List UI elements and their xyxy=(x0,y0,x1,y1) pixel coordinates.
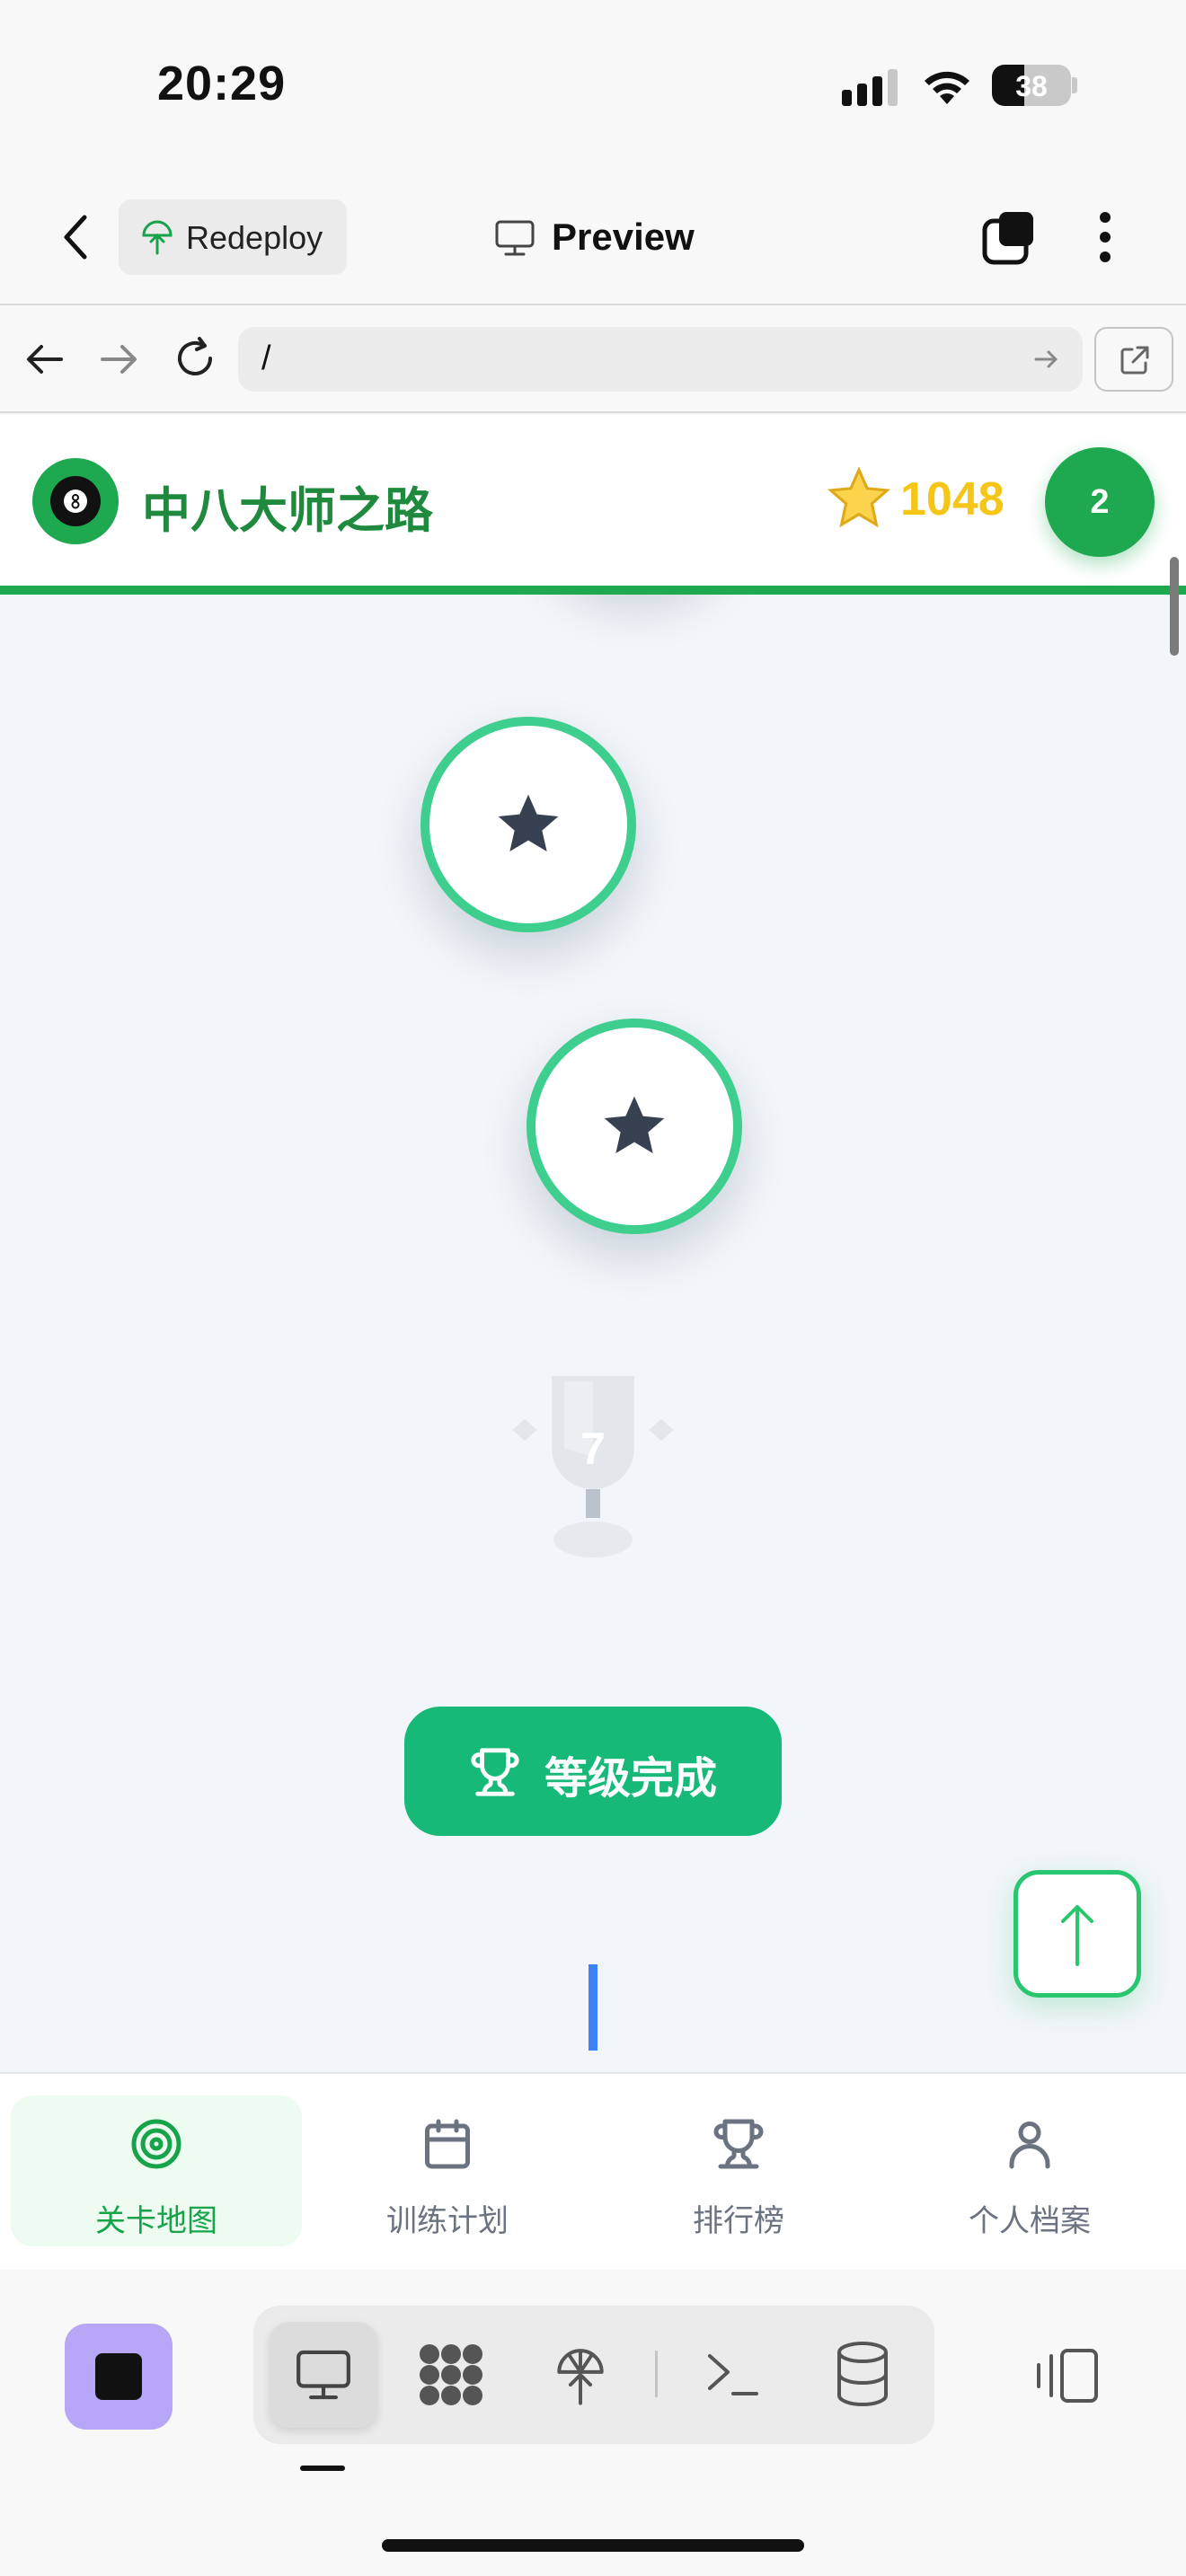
preview-tool-button[interactable] xyxy=(270,2322,377,2428)
database-icon[interactable] xyxy=(834,2340,891,2408)
star-icon xyxy=(827,467,891,528)
user-icon xyxy=(1009,2122,1050,2169)
scroll-to-top-button[interactable] xyxy=(1013,1870,1141,1998)
star-icon xyxy=(604,1096,665,1153)
browser-forward-icon[interactable] xyxy=(99,343,138,375)
level-badge-number: 2 xyxy=(1090,483,1110,521)
monitor-icon xyxy=(296,2350,350,2400)
calendar-icon xyxy=(425,2119,470,2169)
url-field[interactable]: / xyxy=(238,327,1083,392)
score-value: 1048 xyxy=(900,473,1005,525)
battery-icon: 38 xyxy=(992,65,1071,106)
preview-title: Preview xyxy=(552,216,695,258)
deploy-icon xyxy=(142,220,173,255)
web-viewport: 7 等级完成 中八大师之路 1048 2 xyxy=(0,415,1186,2072)
tab-leaderboard[interactable]: 排行榜 xyxy=(593,2095,884,2246)
tab-training-plan[interactable]: 训练计划 xyxy=(302,2095,593,2246)
text-cursor xyxy=(589,1964,597,2051)
battery-level: 38 xyxy=(1015,70,1048,102)
trophy-level-number: 7 xyxy=(580,1424,606,1474)
stop-square-icon xyxy=(95,2353,142,2400)
site-title: 中八大师之路 xyxy=(142,482,433,539)
target-icon xyxy=(131,2119,181,2169)
locked-trophy-level[interactable]: 7 xyxy=(485,1349,701,1583)
wifi-icon xyxy=(925,71,969,104)
external-link-icon xyxy=(1120,346,1149,375)
tabs-switch-icon[interactable] xyxy=(981,208,1039,266)
deploy-icon[interactable] xyxy=(553,2342,607,2408)
arrow-up-icon xyxy=(1061,1905,1093,1966)
reload-icon[interactable] xyxy=(173,336,217,381)
tab-label: 关卡地图 xyxy=(95,2203,217,2239)
stop-button[interactable] xyxy=(65,2324,173,2430)
redeploy-button[interactable]: Redeploy xyxy=(119,199,347,275)
star-icon xyxy=(498,794,559,851)
browser-back-icon[interactable] xyxy=(25,343,65,375)
tab-label: 个人档案 xyxy=(969,2203,1091,2239)
battery-cap xyxy=(1072,77,1077,93)
apps-grid-icon[interactable] xyxy=(417,2342,485,2408)
url-text: / xyxy=(261,340,271,377)
browser-toolbar: / xyxy=(0,305,1186,413)
bottom-tab-bar: 关卡地图 训练计划 排行榜 个人档案 xyxy=(0,2072,1186,2270)
level-node[interactable] xyxy=(420,717,636,932)
level-badge[interactable]: 2 xyxy=(1045,447,1155,557)
toolbar-divider xyxy=(655,2351,658,2397)
site-header: 中八大师之路 1048 2 xyxy=(0,415,1186,595)
back-chevron-icon[interactable] xyxy=(59,212,92,262)
trophy-icon xyxy=(713,2119,764,2169)
monitor-icon xyxy=(495,220,535,256)
level-complete-button[interactable]: 等级完成 xyxy=(404,1707,782,1836)
eight-ball-icon xyxy=(71,494,80,509)
tab-level-map[interactable]: 关卡地图 xyxy=(11,2095,302,2246)
terminal-icon[interactable] xyxy=(704,2347,762,2401)
go-arrow-icon[interactable] xyxy=(1034,348,1059,370)
tab-profile[interactable]: 个人档案 xyxy=(884,2095,1175,2246)
tab-label: 排行榜 xyxy=(693,2203,784,2239)
redeploy-label: Redeploy xyxy=(186,219,323,256)
open-external-button[interactable] xyxy=(1094,327,1173,392)
scrollbar-thumb[interactable] xyxy=(1170,557,1179,656)
device-layout-icon[interactable] xyxy=(1035,2347,1100,2404)
status-time: 20:29 xyxy=(157,57,287,110)
tab-label: 训练计划 xyxy=(386,2203,509,2239)
dev-toolbar xyxy=(0,2270,1186,2576)
active-tool-indicator xyxy=(300,2466,345,2471)
app-navigation-bar: Redeploy Preview xyxy=(0,171,1186,305)
level-complete-label: 等级完成 xyxy=(544,1753,718,1804)
cellular-signal-icon xyxy=(842,69,898,106)
more-options-icon[interactable] xyxy=(1098,210,1112,264)
trophy-icon xyxy=(471,1748,519,1796)
home-indicator xyxy=(382,2539,804,2552)
dev-tool-group xyxy=(253,2306,934,2444)
level-node[interactable] xyxy=(527,1019,742,1234)
logo-badge xyxy=(32,458,119,544)
status-bar: 20:29 38 xyxy=(0,0,1186,171)
